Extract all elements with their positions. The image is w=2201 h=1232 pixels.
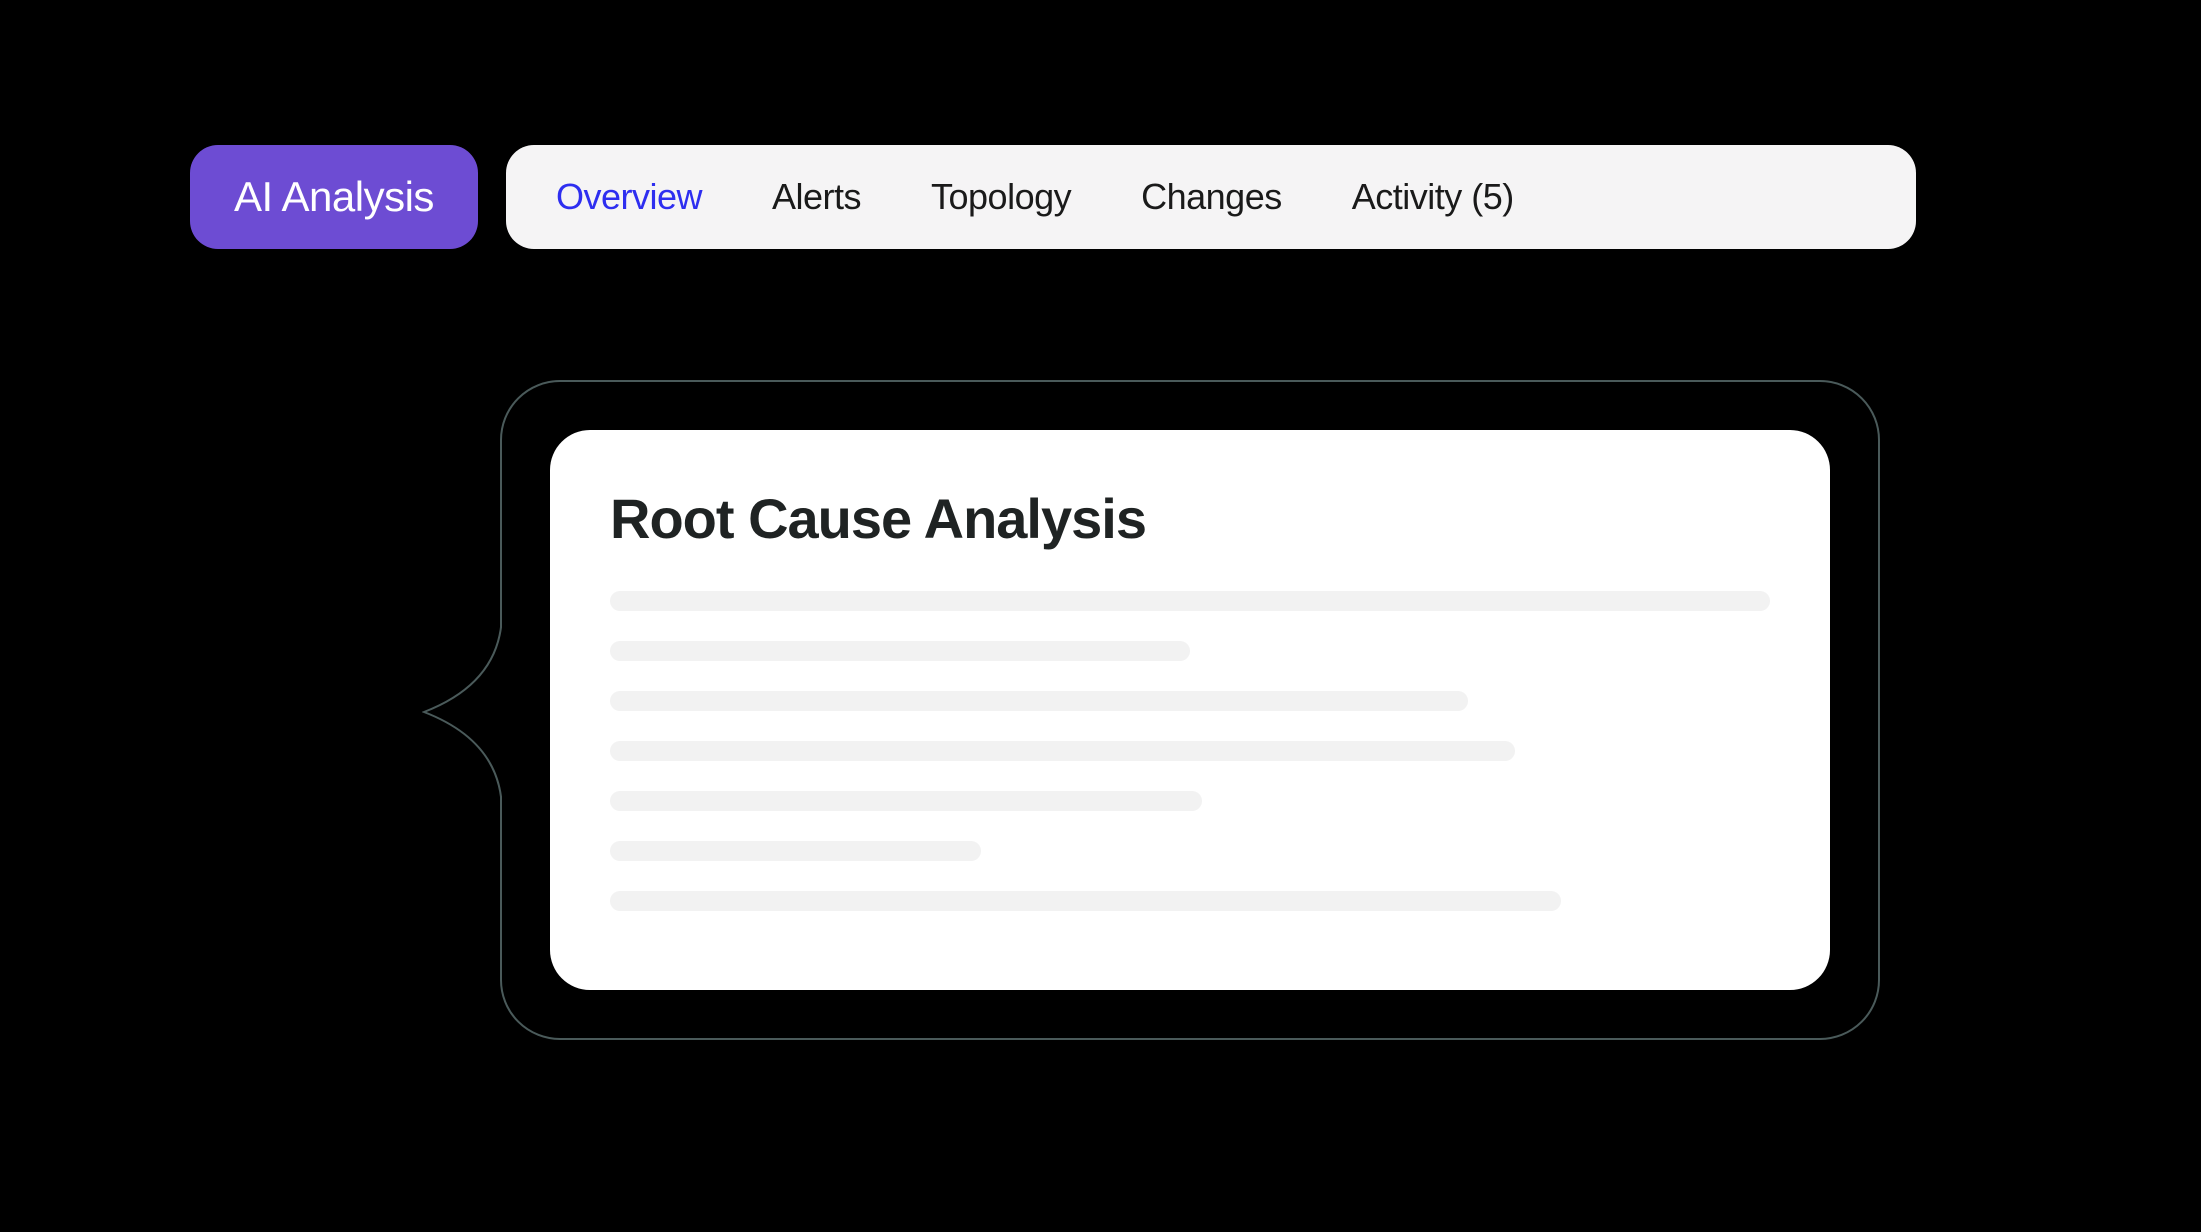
tab-changes[interactable]: Changes bbox=[1141, 176, 1282, 218]
tab-alerts[interactable]: Alerts bbox=[772, 176, 861, 218]
skeleton-line bbox=[610, 891, 1561, 911]
speech-bubble: Root Cause Analysis bbox=[500, 380, 1880, 1040]
tab-activity[interactable]: Activity (5) bbox=[1352, 176, 1514, 218]
analysis-card: Root Cause Analysis bbox=[550, 430, 1830, 990]
card-title: Root Cause Analysis bbox=[610, 486, 1770, 551]
skeleton-line bbox=[610, 741, 1515, 761]
tab-topology[interactable]: Topology bbox=[931, 176, 1071, 218]
skeleton-line bbox=[610, 591, 1770, 611]
ai-analysis-button[interactable]: AI Analysis bbox=[190, 145, 478, 249]
skeleton-content bbox=[610, 591, 1770, 911]
header-row: AI Analysis Overview Alerts Topology Cha… bbox=[190, 145, 1916, 249]
skeleton-line bbox=[610, 791, 1202, 811]
bubble-outer-frame: Root Cause Analysis bbox=[500, 380, 1880, 1040]
skeleton-line bbox=[610, 641, 1190, 661]
tabs-bar: Overview Alerts Topology Changes Activit… bbox=[506, 145, 1916, 249]
skeleton-line bbox=[610, 841, 981, 861]
skeleton-line bbox=[610, 691, 1468, 711]
bubble-tail-icon bbox=[500, 612, 580, 812]
tab-overview[interactable]: Overview bbox=[556, 176, 702, 218]
